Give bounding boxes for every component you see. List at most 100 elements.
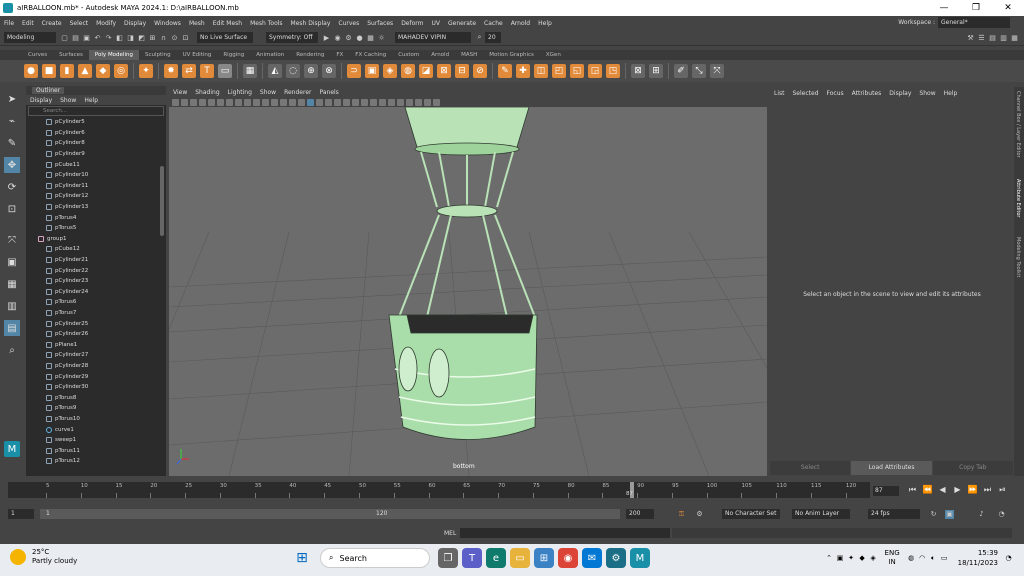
shelf-tab-fx[interactable]: FX xyxy=(330,50,349,60)
go-to-end-icon[interactable]: ⏯ xyxy=(995,485,1010,495)
ae-menu-selected[interactable]: Selected xyxy=(789,90,823,97)
start-time-field[interactable]: 1 xyxy=(8,509,34,519)
poly-cylinder-icon[interactable]: ▮ xyxy=(60,64,74,78)
grab-icon[interactable]: ⤧ xyxy=(710,64,724,78)
combine-icon[interactable]: ▦ xyxy=(243,64,257,78)
notification-count[interactable]: 20 xyxy=(485,32,501,43)
camera-select-icon[interactable] xyxy=(172,98,179,106)
hypershade-icon[interactable]: ● xyxy=(355,33,364,42)
xray-active-icon[interactable] xyxy=(406,98,413,106)
render-icon[interactable]: ▶ xyxy=(322,33,331,42)
outliner-layout-icon[interactable]: ▤ xyxy=(4,320,20,336)
outliner-item[interactable]: pTorus5 xyxy=(26,223,166,234)
viewport-menu-show[interactable]: Show xyxy=(256,89,280,96)
lasso-tool-icon[interactable]: ⌁ xyxy=(4,113,20,129)
film-gate-icon[interactable] xyxy=(235,98,242,106)
use-all-lights-icon[interactable] xyxy=(325,98,332,106)
fps-dropdown[interactable]: 24 fps xyxy=(868,509,920,519)
anim-layer-dropdown[interactable]: No Anim Layer xyxy=(792,509,850,519)
poly-type-icon[interactable]: ✦ xyxy=(139,64,153,78)
taskbar-search[interactable]: ⌕ Search xyxy=(320,548,430,568)
outliner-item[interactable]: pTorus6 xyxy=(26,297,166,308)
wireframe-icon[interactable] xyxy=(289,98,296,106)
ae-select-button[interactable]: Select xyxy=(770,461,851,475)
outliner-item[interactable]: pCylinder8 xyxy=(26,138,166,149)
attribute-editor-icon[interactable]: ▤ xyxy=(988,33,997,42)
bridge-icon[interactable]: ⊃ xyxy=(347,64,361,78)
outliner-item[interactable]: pCylinder26 xyxy=(26,329,166,340)
multi-cut-icon[interactable]: ⊘ xyxy=(473,64,487,78)
menu-arnold[interactable]: Arnold xyxy=(507,20,534,27)
shelf-tab-rigging[interactable]: Rigging xyxy=(217,50,250,60)
viewport-menu-shading[interactable]: Shading xyxy=(191,89,223,96)
outliner-item[interactable]: pCylinder27 xyxy=(26,350,166,361)
outliner-item[interactable]: pCylinder10 xyxy=(26,170,166,181)
viewport-menu-renderer[interactable]: Renderer xyxy=(280,89,315,96)
menu-file[interactable]: File xyxy=(0,20,18,27)
relax-icon[interactable]: ⤡ xyxy=(692,64,706,78)
outliner-tab[interactable]: Outliner xyxy=(26,86,166,95)
new-scene-icon[interactable]: ▢ xyxy=(60,33,69,42)
outliner-item[interactable]: pCylinder9 xyxy=(26,149,166,160)
end-time-field[interactable]: 200 xyxy=(626,509,654,519)
outliner-item[interactable]: pCylinder25 xyxy=(26,318,166,329)
outliner-item[interactable]: pCylinder23 xyxy=(26,276,166,287)
fill-hole-icon[interactable]: ◍ xyxy=(401,64,415,78)
viewport-menu-panels[interactable]: Panels xyxy=(315,89,342,96)
tray-app-icon[interactable]: ▣ xyxy=(836,554,845,563)
scale-tool-icon[interactable]: ⊡ xyxy=(4,201,20,217)
ae-menu-attributes[interactable]: Attributes xyxy=(848,90,886,97)
close-button[interactable]: ✕ xyxy=(992,0,1024,16)
select-hierarchy-icon[interactable]: ◧ xyxy=(115,33,124,42)
play-forward-icon[interactable]: ▶ xyxy=(950,485,965,495)
boolean-icon[interactable]: ⊗ xyxy=(322,64,336,78)
snap-surface-icon[interactable]: ⊡ xyxy=(181,33,190,42)
two-d-pan-icon[interactable] xyxy=(208,98,215,106)
text-icon[interactable]: T xyxy=(200,64,214,78)
file-explorer-icon[interactable]: ▭ xyxy=(510,548,530,568)
outliner-item[interactable]: pCylinder30 xyxy=(26,382,166,393)
tool-settings-icon[interactable]: ▥ xyxy=(999,33,1008,42)
depth-of-field-icon[interactable] xyxy=(388,98,395,106)
menu-edit[interactable]: Edit xyxy=(18,20,38,27)
outliner-item[interactable]: pTorus7 xyxy=(26,308,166,319)
render-settings-icon[interactable]: ⚙ xyxy=(344,33,353,42)
viewport-menu-lighting[interactable]: Lighting xyxy=(224,89,256,96)
color-management-icon[interactable] xyxy=(433,98,440,106)
save-scene-icon[interactable]: ▣ xyxy=(82,33,91,42)
sew-uv-icon[interactable]: ◳ xyxy=(606,64,620,78)
crease-icon[interactable]: ⊞ xyxy=(649,64,663,78)
outliner-menu-display[interactable]: Display xyxy=(26,97,56,104)
timeline-track[interactable]: 87 5 10 15 20 25 30 35 40 45 50 55 60 65 70 75 80 85 90 95… xyxy=(8,482,870,498)
edge-icon[interactable]: e xyxy=(486,548,506,568)
textured-icon[interactable] xyxy=(316,98,323,106)
field-chart-icon[interactable] xyxy=(262,98,269,106)
windows-start-icon[interactable]: ⊞ xyxy=(292,548,312,568)
shelf-tab-motion-graphics[interactable]: Motion Graphics xyxy=(483,50,540,60)
maya-taskbar-icon[interactable]: M xyxy=(630,548,650,568)
menu-modify[interactable]: Modify xyxy=(92,20,120,27)
layer-editor-icon[interactable]: ▦ xyxy=(1010,33,1019,42)
menu-cache[interactable]: Cache xyxy=(480,20,507,27)
outliner-item[interactable]: pPlane1 xyxy=(26,339,166,350)
safe-action-icon[interactable] xyxy=(271,98,278,106)
outliner-item[interactable]: pCylinder24 xyxy=(26,287,166,298)
merge-icon[interactable]: ⊠ xyxy=(437,64,451,78)
outliner-item[interactable]: pTorus9 xyxy=(26,403,166,414)
minimize-button[interactable]: — xyxy=(928,0,960,16)
anim-prefs-icon[interactable]: ▣ xyxy=(945,509,954,519)
four-view-icon[interactable]: ▦ xyxy=(4,276,20,292)
sweep-mesh-icon[interactable]: ✸ xyxy=(164,64,178,78)
workspace-dropdown[interactable]: General* xyxy=(938,17,1010,28)
outliner-menu-show[interactable]: Show xyxy=(56,97,80,104)
poly-torus-icon[interactable]: ◎ xyxy=(114,64,128,78)
outliner-item[interactable]: pCube12 xyxy=(26,244,166,255)
smooth-shade-icon[interactable] xyxy=(298,98,305,106)
ae-menu-focus[interactable]: Focus xyxy=(823,90,848,97)
uv-editor-icon[interactable]: ◫ xyxy=(534,64,548,78)
range-track[interactable]: 1 120 xyxy=(40,509,620,519)
menu-select[interactable]: Select xyxy=(66,20,93,27)
quad-draw-icon[interactable]: ✎ xyxy=(498,64,512,78)
show-hidden-icons-icon[interactable]: ⌃ xyxy=(825,554,834,563)
menuset-dropdown[interactable]: Modeling xyxy=(4,32,56,43)
